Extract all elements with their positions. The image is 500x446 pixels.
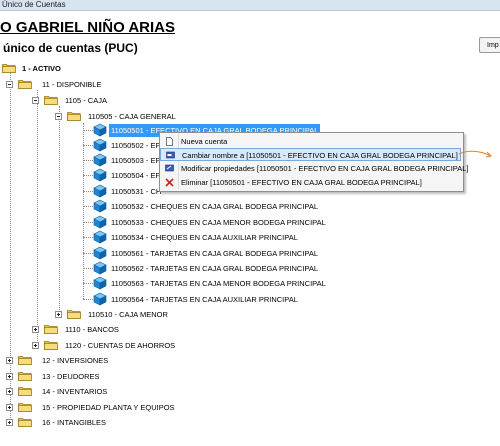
- tree-node-label: 12 - INVERSIONES: [42, 356, 109, 365]
- new-document-icon: [166, 137, 173, 146]
- account-cube-icon: [93, 292, 107, 306]
- tree-leaf-label: 11050532 - CHEQUES EN CAJA GRAL BODEGA P…: [111, 202, 319, 211]
- account-cube-icon: [93, 246, 107, 260]
- menu-item-label: Eliminar [11050501 - EFECTIVO EN CAJA GR…: [181, 178, 422, 187]
- tree-node-label: 110505 - CAJA GENERAL: [88, 112, 176, 121]
- expand-icon[interactable]: [32, 342, 39, 349]
- account-cube-icon: [93, 153, 107, 167]
- tree-node-label: 15 - PROPIEDAD PLANTA Y EQUIPOS: [42, 403, 175, 412]
- folder-open-icon: [18, 79, 32, 89]
- folder-icon: [18, 355, 32, 365]
- account-cube-icon: [93, 215, 107, 229]
- menu-item-modify-properties[interactable]: Modificar propiedades [11050501 - EFECTI…: [160, 162, 468, 175]
- tree-node-label: 1110 - BANCOS: [65, 325, 119, 334]
- mouse-pointer-icon: [458, 150, 493, 158]
- account-cube-icon: [93, 184, 107, 198]
- properties-icon: [165, 164, 174, 172]
- collapse-icon[interactable]: [6, 81, 13, 88]
- expand-icon[interactable]: [6, 404, 13, 411]
- tree-leaf-label: 11050533 - CHEQUES EN CAJA MENOR BODEGA …: [111, 218, 326, 227]
- folder-icon: [2, 63, 16, 73]
- account-cube-icon: [93, 261, 107, 275]
- menu-item-new-account[interactable]: Nueva cuenta: [160, 135, 461, 148]
- expand-icon[interactable]: [6, 388, 13, 395]
- delete-x-icon: [165, 178, 174, 187]
- tree-node-label: 13 - DEUDORES: [42, 372, 100, 381]
- tree-leaf-label: 11050562 - TARJETAS EN CAJA GRAL BODEGA …: [111, 264, 319, 273]
- menu-item-label: Modificar propiedades [11050501 - EFECTI…: [181, 164, 469, 173]
- context-menu: Nueva cuenta Cambiar nombre a [11050501 …: [159, 132, 468, 192]
- folder-icon: [18, 402, 32, 412]
- folder-open-icon: [44, 95, 58, 105]
- menu-item-label: Nueva cuenta: [181, 137, 228, 146]
- tree-leaf-label: 11050503 - EFI: [111, 156, 163, 165]
- account-cube-icon: [93, 199, 107, 213]
- tree-node-label: 11 - DISPONIBLE: [42, 80, 102, 89]
- tree-node-label: 1 - ACTIVO: [22, 64, 61, 73]
- tree-node-label: 16 - INTANGIBLES: [42, 418, 107, 427]
- folder-icon: [67, 309, 81, 319]
- folder-icon: [44, 340, 58, 350]
- account-cube-icon: [93, 168, 107, 182]
- expand-icon[interactable]: [32, 326, 39, 333]
- tree-node-label: 110510 - CAJA MENOR: [88, 310, 168, 319]
- tree-leaf-label: 11050502 - EFI: [111, 141, 163, 150]
- tree-leaf-label: 11050504 - EFI: [111, 171, 163, 180]
- tree-leaf-label: 11050531 - CH: [111, 187, 162, 196]
- menu-item-delete[interactable]: Eliminar [11050501 - EFECTIVO EN CAJA GR…: [160, 176, 461, 189]
- tree-node-label: 14 - INVENTARIOS: [42, 387, 108, 396]
- tree-leaf-label: 11050564 - TARJETAS EN CAJA AUXILIAR PRI…: [111, 295, 298, 304]
- rename-icon: [166, 151, 175, 159]
- expand-icon[interactable]: [6, 373, 13, 380]
- account-cube-icon: [93, 230, 107, 244]
- folder-icon: [18, 417, 32, 427]
- menu-item-label: Cambiar nombre a [11050501 - EFECTIVO EN…: [182, 151, 458, 160]
- expand-icon[interactable]: [55, 311, 62, 318]
- folder-open-icon: [67, 111, 81, 121]
- menu-item-rename[interactable]: Cambiar nombre a [11050501 - EFECTIVO EN…: [160, 148, 461, 161]
- account-cube-icon: [93, 138, 107, 152]
- collapse-icon[interactable]: [55, 113, 62, 120]
- folder-icon: [18, 386, 32, 396]
- folder-icon: [18, 371, 32, 381]
- tree-leaf-label: 11050563 - TARJETAS EN CAJA MENOR BODEGA…: [111, 279, 326, 288]
- accounts-tree: 1 - ACTIVO 11 - DISPONIBLE 1105 - CAJA 1…: [0, 0, 500, 446]
- tree-node-label: 1105 - CAJA: [65, 96, 107, 105]
- folder-icon: [44, 324, 58, 334]
- tree-node-label: 1120 - CUENTAS DE AHORROS: [65, 341, 176, 350]
- account-cube-icon: [93, 123, 107, 137]
- expand-icon[interactable]: [6, 419, 13, 426]
- expand-icon[interactable]: [6, 357, 13, 364]
- tree-leaf-label: 11050561 - TARJETAS EN CAJA GRAL BODEGA …: [111, 249, 319, 258]
- tree-leaf-label: 11050534 - CHEQUES EN CAJA AUXILIAR PRIN…: [111, 233, 298, 242]
- collapse-icon[interactable]: [32, 97, 39, 104]
- account-cube-icon: [93, 276, 107, 290]
